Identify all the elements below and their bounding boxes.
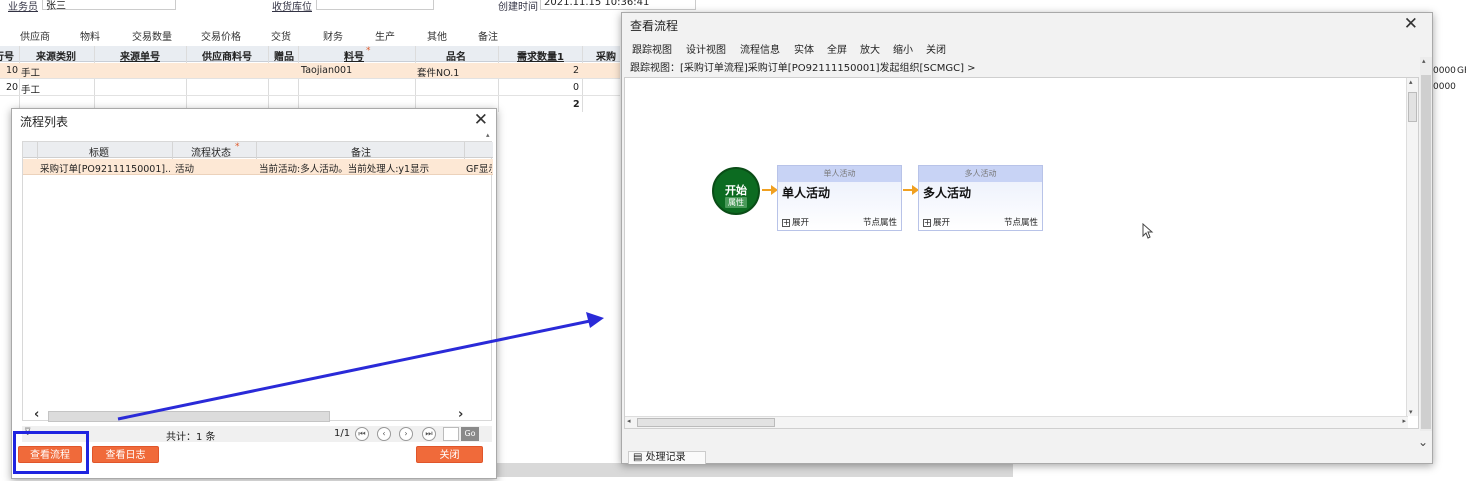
screen: 业务员 张三 收货库位 创建时间 2021.11.15 10:36:41 供应商… [0, 0, 1466, 481]
annotation-arrow [117, 312, 604, 421]
